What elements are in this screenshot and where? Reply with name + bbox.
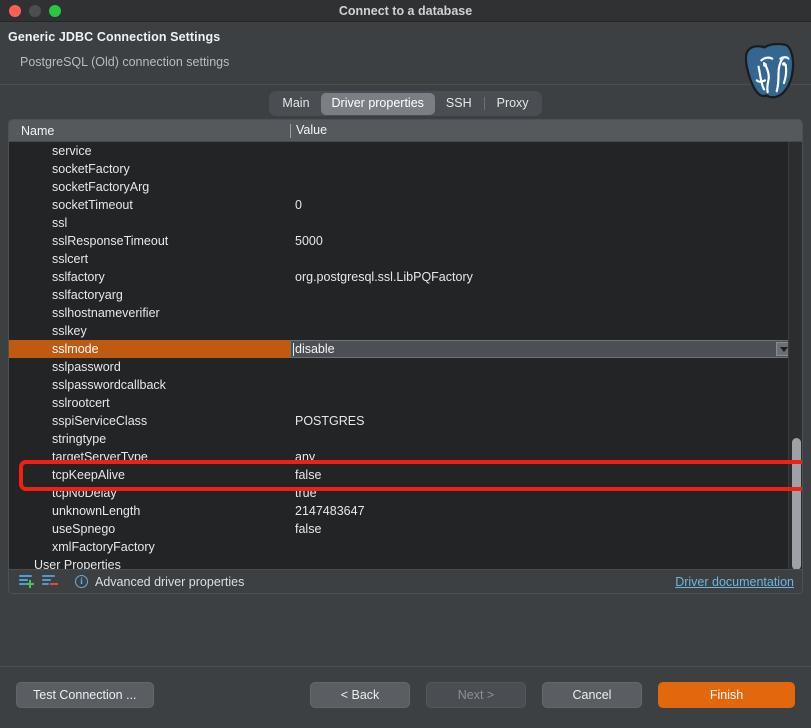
property-name: sslfactoryarg [52,288,123,302]
table-row[interactable]: sslpasswordcallback [9,376,802,394]
property-name: stringtype [52,432,107,446]
driver-documentation-link[interactable]: Driver documentation [675,575,794,589]
table-row[interactable]: stringtype [9,430,802,448]
property-name: sslpassword [52,360,121,374]
property-name: service [52,144,92,158]
tab-group: Main Driver properties SSH Proxy [269,91,542,116]
property-name: sslrootcert [52,396,110,410]
window-title: Connect to a database [338,3,473,18]
table-row[interactable]: useSpnego false [9,520,802,538]
scrollbar-thumb[interactable] [792,438,801,570]
tab-ssh[interactable]: SSH [435,93,483,115]
back-button[interactable]: < Back [310,681,410,708]
close-window-button[interactable] [9,4,21,17]
traffic-lights [0,4,61,17]
next-button: Next > [426,681,526,708]
property-value[interactable]: true [290,486,802,500]
property-name: xmlFactoryFactory [52,540,155,554]
property-name: sslmode [52,342,99,356]
table-row[interactable]: service [9,142,802,160]
property-name: sslcert [52,252,89,266]
page-title: Generic JDBC Connection Settings [8,30,221,44]
table-row[interactable]: sslpassword [9,358,802,376]
property-name: tcpKeepAlive [52,468,125,482]
sslmode-editor-value: disable [295,342,335,356]
property-value[interactable]: 0 [290,198,802,212]
property-value[interactable]: 5000 [290,234,802,248]
table-row[interactable]: sslrootcert [9,394,802,412]
panel-footer-toolbar: i Advanced driver properties Driver docu… [9,569,802,593]
tab-driver-properties[interactable]: Driver properties [320,92,435,115]
window-titlebar: Connect to a database [0,0,811,22]
table-row[interactable]: targetServerType any [9,448,802,466]
property-name: sslpasswordcallback [52,378,166,392]
driver-properties-panel: Name Value service socketFactory socketF… [8,119,803,594]
tab-proxy[interactable]: Proxy [486,93,540,115]
column-header-value[interactable]: Value [290,123,802,138]
property-name: socketFactoryArg [52,180,150,194]
tab-main[interactable]: Main [271,93,320,115]
table-row[interactable]: sslfactoryarg [9,286,802,304]
property-name: targetServerType [52,450,148,464]
table-row[interactable]: sslfactory org.postgresql.ssl.LibPQFacto… [9,268,802,286]
table-header: Name Value [9,120,802,142]
remove-property-icon[interactable] [42,575,58,588]
table-row[interactable]: sslResponseTimeout 5000 [9,232,802,250]
table-row[interactable]: sspiServiceClass POSTGRES [9,412,802,430]
property-value[interactable]: org.postgresql.ssl.LibPQFactory [290,270,802,284]
property-name: ssl [52,216,68,230]
table-row[interactable]: ssl [9,214,802,232]
property-name: sslResponseTimeout [52,234,169,248]
column-header-name[interactable]: Name [9,124,290,138]
page-subtitle: PostgreSQL (Old) connection settings [20,55,230,69]
tab-separator [483,97,485,110]
property-name: sslkey [52,324,87,338]
properties-table-body[interactable]: service socketFactory socketFactoryArg s… [9,142,802,570]
table-row[interactable]: socketFactoryArg [9,178,802,196]
table-row[interactable]: sslhostnameverifier [9,304,802,322]
dialog-blank-area [0,594,811,666]
property-value[interactable]: false [290,522,802,536]
dialog-button-bar: Test Connection ... < Back Next > Cancel… [0,667,811,722]
table-group-user-properties[interactable]: User Properties [9,556,802,570]
property-name: unknownLength [52,504,141,518]
add-property-icon[interactable] [19,575,35,588]
cancel-button[interactable]: Cancel [542,681,642,708]
table-row[interactable]: tcpNoDelay true [9,484,802,502]
minimize-window-button[interactable] [29,4,41,17]
property-name: socketTimeout [52,198,133,212]
table-row[interactable]: socketTimeout 0 [9,196,802,214]
property-value[interactable]: any [290,450,802,464]
property-name: sspiServiceClass [52,414,148,428]
property-name: tcpNoDelay [52,486,117,500]
table-row[interactable]: tcpKeepAlive false [9,466,802,484]
table-row[interactable]: socketFactory [9,160,802,178]
property-value[interactable]: false [290,468,802,482]
dialog-header: Generic JDBC Connection Settings Postgre… [0,22,811,99]
property-value[interactable]: 2147483647 [290,504,802,518]
table-row[interactable]: sslcert [9,250,802,268]
info-icon[interactable]: i [75,575,88,588]
table-row[interactable]: unknownLength 2147483647 [9,502,802,520]
sslmode-value-editor[interactable]: disable [290,340,793,358]
zoom-window-button[interactable] [49,4,61,17]
finish-button[interactable]: Finish [658,681,795,708]
table-row-sslmode[interactable]: sslmode disable [9,340,802,358]
postgresql-elephant-logo [745,43,795,99]
property-name: sslhostnameverifier [52,306,160,320]
table-row[interactable]: xmlFactoryFactory [9,538,802,556]
advanced-driver-properties-label: Advanced driver properties [95,574,245,589]
property-name: sslfactory [52,270,105,284]
property-name: useSpnego [52,522,116,536]
property-value[interactable]: POSTGRES [290,414,802,428]
table-row[interactable]: sslkey [9,322,802,340]
test-connection-button[interactable]: Test Connection ... [16,681,154,708]
property-name: socketFactory [52,162,130,176]
tab-strip: Main Driver properties SSH Proxy [0,85,811,119]
table-vertical-scrollbar[interactable] [788,142,802,570]
